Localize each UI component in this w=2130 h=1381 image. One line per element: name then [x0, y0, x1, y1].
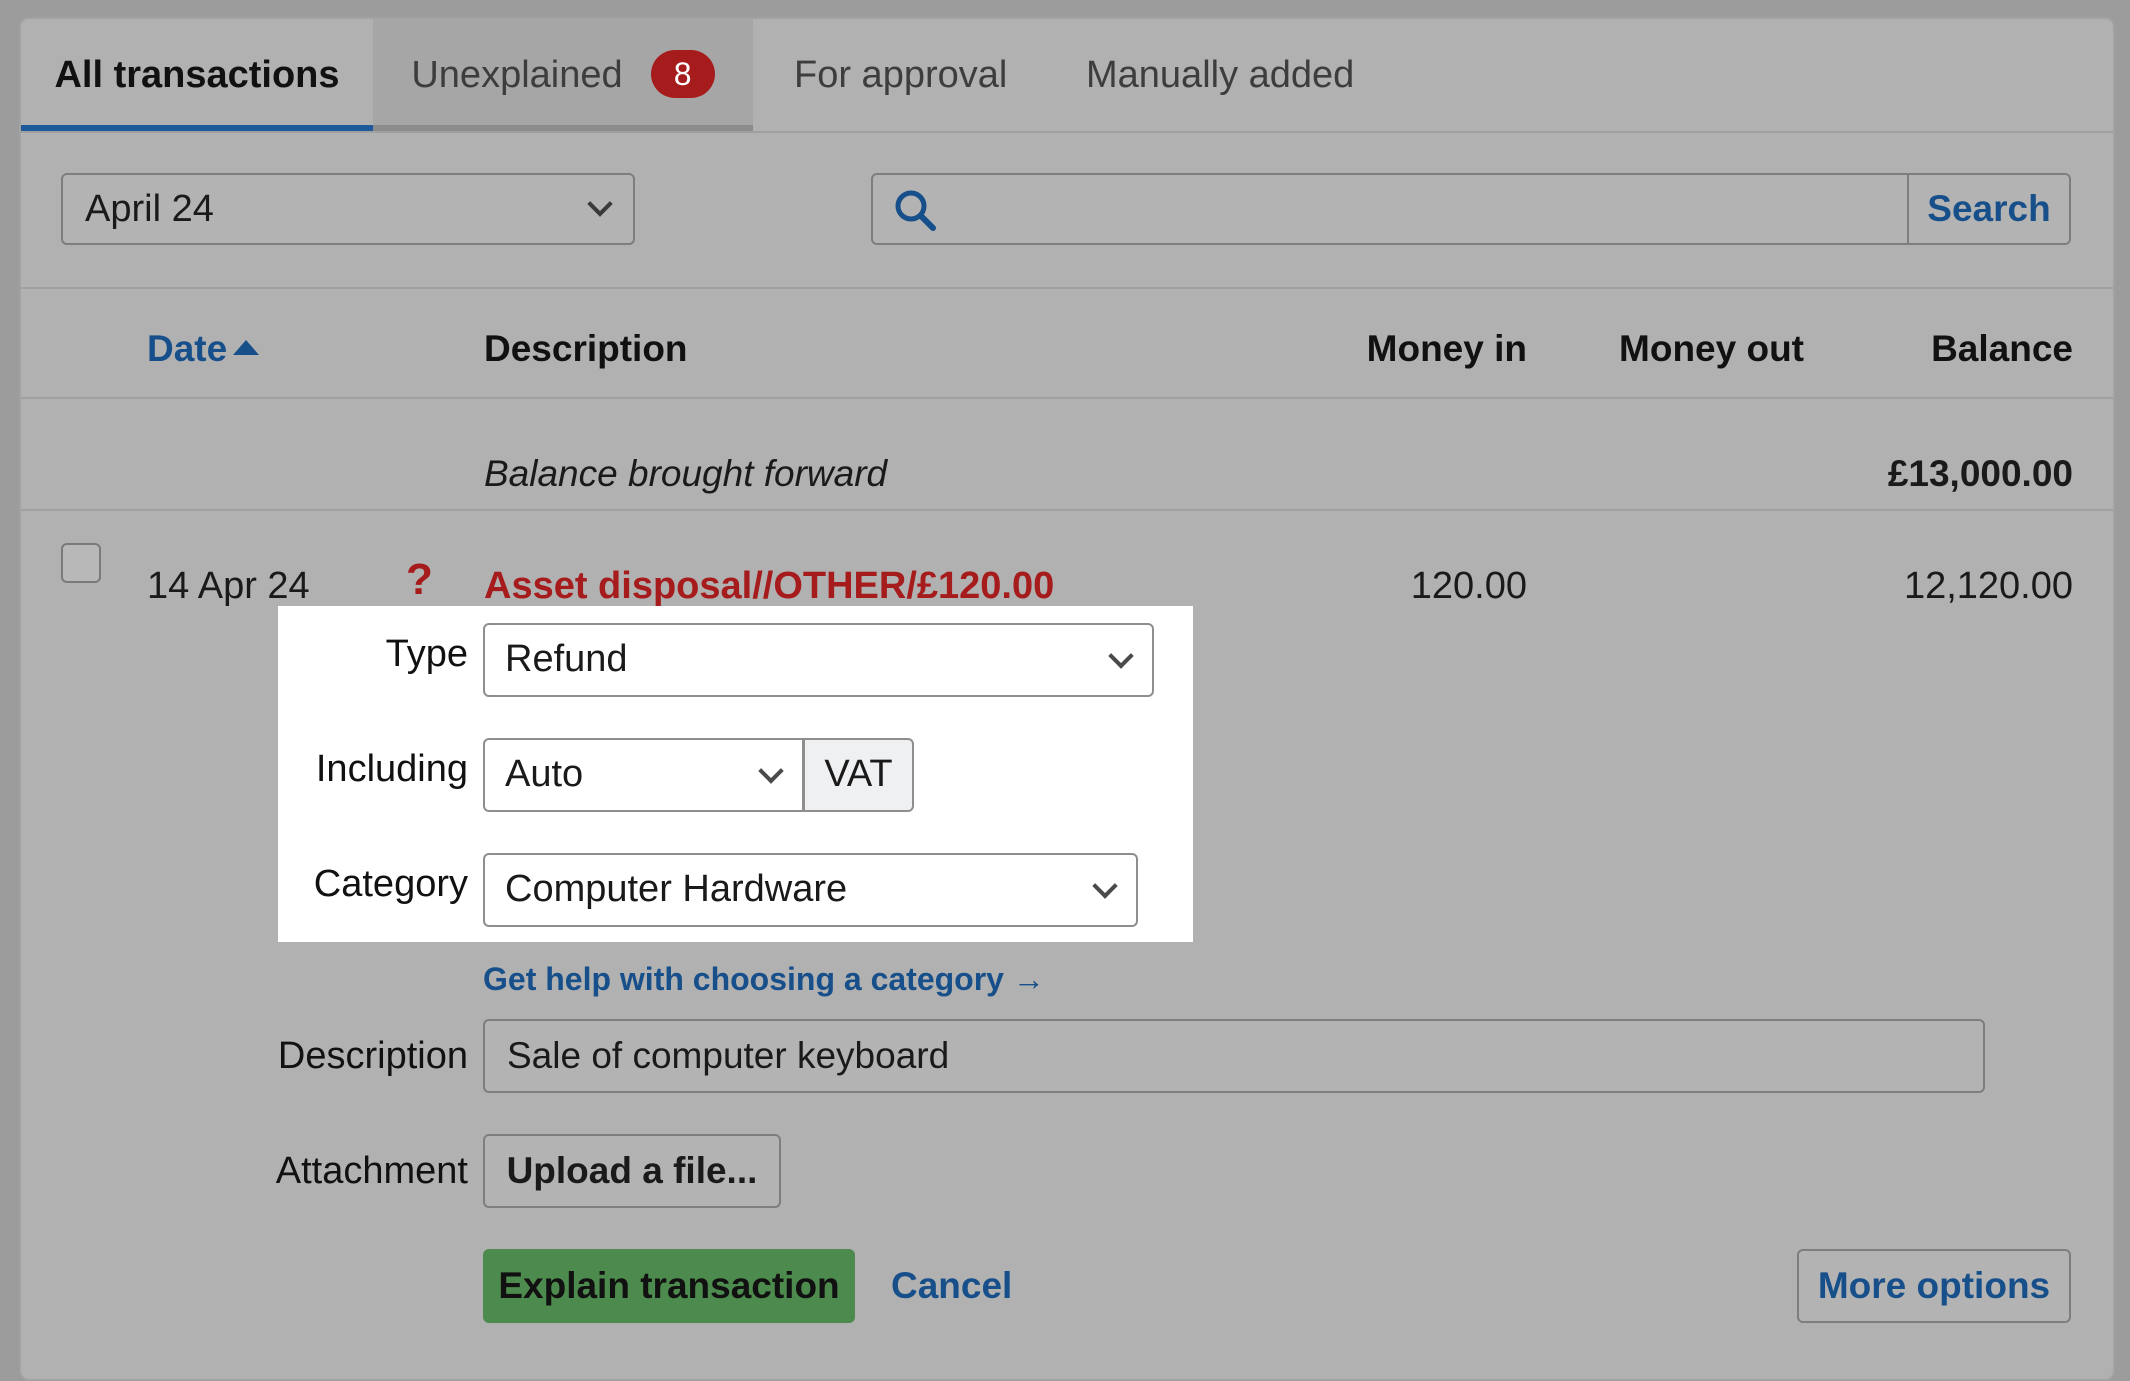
- tab-label: Unexplained: [411, 54, 623, 96]
- more-options-button[interactable]: More options: [1797, 1249, 2071, 1323]
- search-input[interactable]: [953, 175, 1907, 243]
- divider: [21, 287, 2113, 289]
- column-header-balance: Balance: [1931, 328, 2073, 369]
- column-header-money-in: Money in: [1366, 328, 1527, 369]
- search-icon: [895, 190, 936, 231]
- chevron-down-icon: [587, 191, 613, 217]
- chevron-down-icon: [758, 758, 784, 784]
- including-label: Including: [315, 748, 468, 790]
- transactions-card: All transactions Unexplained 8 For approv…: [19, 17, 2115, 1381]
- chevron-down-icon: [1108, 643, 1134, 669]
- search-button[interactable]: Search: [1907, 175, 2069, 243]
- tab-manually-added[interactable]: Manually added: [1086, 19, 1354, 131]
- upload-file-button[interactable]: Upload a file...: [483, 1134, 781, 1208]
- transaction-description[interactable]: Asset disposal//OTHER/£120.00: [484, 561, 1054, 611]
- brought-forward-label: Balance brought forward: [484, 453, 888, 494]
- brought-forward-balance: £13,000.00: [1887, 453, 2073, 494]
- including-value: Auto: [505, 753, 584, 795]
- unexplained-count-badge: 8: [650, 49, 715, 98]
- description-input[interactable]: Sale of computer keyboard: [483, 1019, 1985, 1093]
- row-checkbox[interactable]: [61, 543, 101, 583]
- divider: [21, 397, 2113, 399]
- category-value: Computer Hardware: [505, 868, 848, 910]
- tab-for-approval[interactable]: For approval: [794, 19, 1007, 131]
- unexplained-status-icon: ?: [406, 555, 433, 604]
- divider: [21, 509, 2113, 511]
- column-header-date[interactable]: Date: [147, 324, 260, 374]
- period-select[interactable]: April 24: [61, 173, 635, 245]
- transaction-balance: 12,120.00: [1903, 565, 2073, 607]
- tab-all-transactions[interactable]: All transactions: [21, 19, 373, 131]
- column-header-money-out: Money out: [1619, 328, 1804, 369]
- explain-transaction-button[interactable]: Explain transaction: [483, 1249, 855, 1323]
- vat-addon: VAT: [804, 738, 914, 812]
- type-label: Type: [385, 633, 468, 675]
- column-header-description: Description: [484, 328, 688, 369]
- category-label: Category: [313, 863, 468, 905]
- tab-label: Manually added: [1086, 54, 1355, 96]
- period-value: April 24: [85, 188, 214, 230]
- tab-label: For approval: [794, 54, 1008, 96]
- date-header-label: Date: [147, 328, 228, 369]
- transaction-money-in: 120.00: [1410, 565, 1527, 607]
- type-select[interactable]: Refund: [483, 623, 1154, 697]
- cancel-link[interactable]: Cancel: [891, 1261, 1012, 1311]
- tab-unexplained[interactable]: Unexplained 8: [373, 19, 753, 131]
- transaction-date: 14 Apr 24: [147, 565, 310, 607]
- sort-ascending-icon: [233, 339, 260, 355]
- including-select[interactable]: Auto: [483, 738, 804, 812]
- type-value: Refund: [505, 638, 628, 680]
- category-select[interactable]: Computer Hardware: [483, 853, 1138, 927]
- search-field[interactable]: Search: [871, 173, 2071, 245]
- chevron-down-icon: [1092, 873, 1118, 899]
- tab-bar: All transactions Unexplained 8 For approv…: [21, 19, 2113, 133]
- tab-label: All transactions: [54, 54, 340, 96]
- category-help-link[interactable]: Get help with choosing a category →: [483, 954, 1045, 1004]
- description-label: Description: [277, 1035, 468, 1077]
- attachment-label: Attachment: [275, 1150, 468, 1192]
